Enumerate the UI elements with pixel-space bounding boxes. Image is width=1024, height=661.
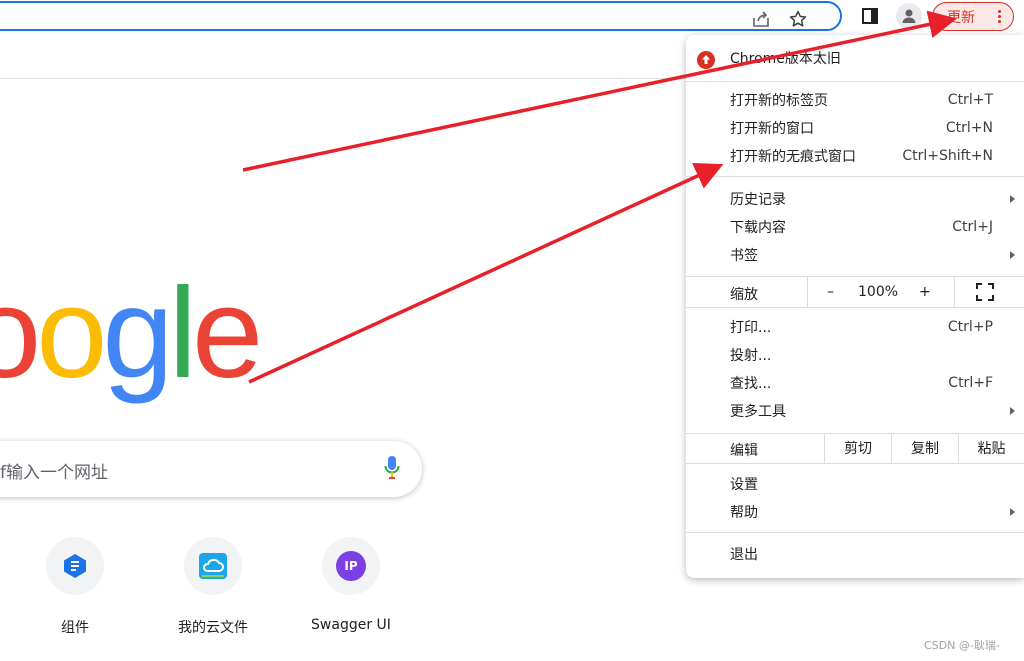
menu-item-label: 下载内容 [730, 220, 786, 236]
cloud-file-icon [184, 537, 242, 595]
copy-button[interactable]: 复制 [892, 433, 958, 463]
menu-item-label: 查找... [730, 376, 772, 392]
menu-item-label: 退出 [730, 547, 758, 563]
zoom-level: 100% [858, 284, 899, 300]
shortcut-label: Swagger UI [311, 617, 391, 633]
menu-item-history[interactable]: 历史记录 [686, 185, 1024, 213]
menu-item-shortcut: Ctrl+Shift+N [902, 148, 993, 164]
menu-item-shortcut: Ctrl+F [948, 375, 993, 391]
zoom-divider [954, 277, 955, 307]
menu-divider [686, 176, 1024, 177]
menu-item-label: 打开新的标签页 [730, 93, 828, 109]
zoom-out-button[interactable]: – [827, 284, 834, 300]
menu-divider [686, 532, 1024, 533]
menu-item-exit[interactable]: 退出 [686, 540, 1024, 568]
update-item-label: Chrome版本太旧 [730, 51, 841, 67]
menu-item-incognito[interactable]: 打开新的无痕式窗口 Ctrl+Shift+N [686, 142, 1024, 170]
edit-label: 编辑 [730, 443, 758, 459]
shortcut-tile[interactable]: 组件 [20, 537, 130, 637]
cut-button[interactable]: 剪切 [825, 433, 891, 463]
submenu-arrow-icon [1010, 407, 1015, 415]
menu-item-label: 帮助 [730, 505, 758, 521]
search-placeholder: f输入一个网址 [0, 463, 108, 483]
menu-item-label: 更多工具 [730, 404, 786, 420]
fullscreen-icon[interactable] [976, 283, 994, 305]
paste-button[interactable]: 粘贴 [959, 433, 1024, 463]
shortcut-tile[interactable]: IP Swagger UI [296, 537, 406, 633]
star-icon[interactable] [787, 8, 809, 30]
zoom-label: 缩放 [730, 287, 758, 303]
shortcut-label: 组件 [61, 620, 89, 636]
search-input[interactable]: f输入一个网址 [0, 441, 422, 497]
menu-item-downloads[interactable]: 下载内容 Ctrl+J [686, 213, 1024, 241]
watermark-text: CSDN @-耿瑞- [924, 639, 1000, 652]
menu-item-bookmarks[interactable]: 书签 [686, 241, 1024, 269]
menu-item-more-tools[interactable]: 更多工具 [686, 397, 1024, 425]
menu-item-label: 打开新的无痕式窗口 [730, 149, 856, 165]
menu-item-label: 打印... [730, 320, 772, 336]
menu-item-print[interactable]: 打印... Ctrl+P [686, 313, 1024, 341]
browser-toolbar: 更新 [0, 0, 1024, 35]
ip-badge: IP [336, 551, 366, 581]
menu-item-update[interactable]: Chrome版本太旧 [686, 44, 1024, 72]
profile-icon[interactable] [896, 3, 922, 29]
menu-divider [686, 81, 1024, 82]
share-icon[interactable] [750, 8, 772, 30]
swagger-ip-icon: IP [322, 537, 380, 595]
menu-divider [686, 307, 1024, 308]
menu-item-label: 书签 [730, 248, 758, 264]
menu-item-new-tab[interactable]: 打开新的标签页 Ctrl+T [686, 86, 1024, 114]
edit-row: 编辑 剪切 复制 粘贴 [686, 433, 1024, 463]
menu-item-cast[interactable]: 投射... [686, 341, 1024, 369]
toolbar-divider [0, 78, 700, 79]
zoom-in-button[interactable]: + [919, 284, 931, 300]
submenu-arrow-icon [1010, 195, 1015, 203]
address-bar[interactable] [0, 1, 842, 31]
menu-divider [686, 463, 1024, 464]
zoom-divider [807, 277, 808, 307]
menu-item-label: 历史记录 [730, 192, 786, 208]
menu-item-new-window[interactable]: 打开新的窗口 Ctrl+N [686, 114, 1024, 142]
logo-letter-o2: o [36, 262, 107, 405]
zoom-row: 缩放 – 100% + [686, 277, 1024, 307]
microphone-icon[interactable] [384, 455, 400, 485]
submenu-arrow-icon [1010, 251, 1015, 259]
logo-letter-e: e [192, 262, 263, 405]
menu-item-shortcut: Ctrl+N [945, 120, 993, 136]
menu-item-shortcut: Ctrl+T [947, 92, 993, 108]
update-button[interactable]: 更新 [932, 2, 1014, 31]
component-icon [46, 537, 104, 595]
menu-item-help[interactable]: 帮助 [686, 498, 1024, 526]
kebab-menu-icon[interactable] [998, 10, 1001, 23]
menu-item-find[interactable]: 查找... Ctrl+F [686, 369, 1024, 397]
chrome-main-menu: Chrome版本太旧 打开新的标签页 Ctrl+T 打开新的窗口 Ctrl+N … [686, 35, 1024, 578]
logo-letter-o1: o [0, 262, 41, 405]
menu-item-label: 设置 [730, 477, 758, 493]
menu-item-shortcut: Ctrl+P [947, 319, 993, 335]
shortcut-tile[interactable]: 我的云文件 [158, 537, 268, 637]
menu-item-shortcut: Ctrl+J [952, 219, 993, 235]
update-arrow-icon [697, 51, 715, 73]
menu-item-label: 投射... [730, 348, 772, 364]
update-label: 更新 [947, 9, 975, 26]
logo-letter-g: g [102, 262, 173, 405]
google-logo: oogle [0, 270, 263, 398]
menu-item-label: 打开新的窗口 [730, 121, 814, 137]
side-panel-icon[interactable] [857, 3, 883, 29]
shortcut-label: 我的云文件 [178, 620, 248, 636]
menu-item-settings[interactable]: 设置 [686, 470, 1024, 498]
annotation-arrow [248, 163, 724, 384]
submenu-arrow-icon [1010, 508, 1015, 516]
logo-letter-l: l [168, 262, 198, 405]
